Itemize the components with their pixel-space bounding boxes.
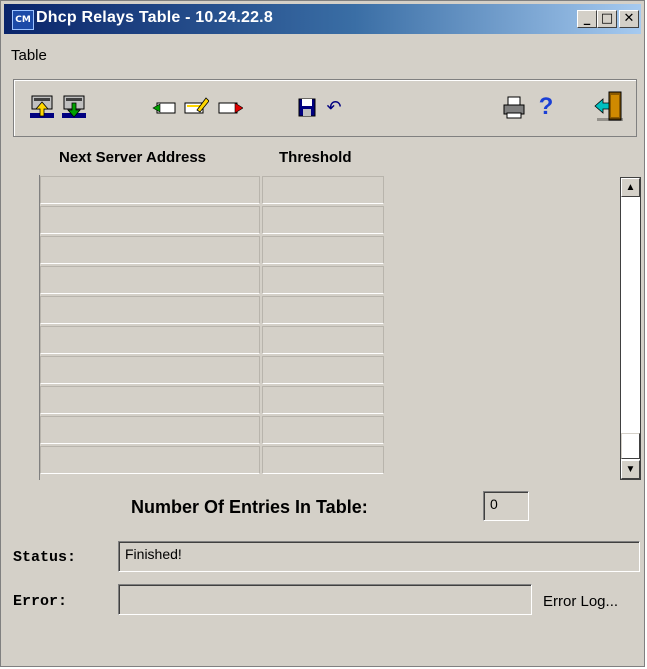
table-row[interactable] [40,236,386,266]
table-row[interactable] [40,416,386,446]
dhcp-relays-window: CM Dhcp Relays Table - 10.24.22.8 _ □ ✕ … [0,0,645,667]
scroll-up-button[interactable]: ▲ [621,178,640,197]
menu-table[interactable]: Table [11,47,47,64]
cell-next-server-address[interactable] [40,266,260,294]
add-row-icon [152,102,176,114]
print-button[interactable] [500,93,528,121]
error-log-link[interactable]: Error Log... [543,593,618,610]
exit-button[interactable] [592,89,626,123]
cell-threshold[interactable] [262,356,384,384]
cell-threshold[interactable] [262,446,384,474]
cell-threshold[interactable] [262,386,384,414]
toolbar: ↶ ? [13,79,637,137]
undo-button[interactable]: ↶ [320,93,348,121]
save-button[interactable] [292,93,320,121]
undo-icon: ↶ [326,96,342,117]
menu-bar: Table [11,47,47,64]
table-row[interactable] [40,266,386,296]
add-row-button[interactable] [150,93,178,121]
cell-next-server-address[interactable] [40,326,260,354]
column-header-threshold[interactable]: Threshold [279,149,352,166]
cell-threshold[interactable] [262,416,384,444]
status-label: Status: [13,549,77,566]
cell-threshold[interactable] [262,236,384,264]
close-button[interactable]: ✕ [619,10,639,28]
cell-next-server-address[interactable] [40,236,260,264]
scroll-down-button[interactable]: ▼ [621,460,640,479]
cell-next-server-address[interactable] [40,416,260,444]
cell-next-server-address[interactable] [40,176,260,204]
cell-threshold[interactable] [262,206,384,234]
vertical-scrollbar[interactable]: ▲ ▼ [620,177,641,480]
table-row[interactable] [40,206,386,236]
column-header-next-server-address[interactable]: Next Server Address [59,149,206,166]
table-row[interactable] [40,446,386,476]
table-row[interactable] [40,176,386,206]
cell-next-server-address[interactable] [40,296,260,324]
upload-button[interactable] [28,93,56,121]
table-row[interactable] [40,386,386,416]
table-row[interactable] [40,356,386,386]
save-icon [298,98,316,117]
title-bar[interactable]: CM Dhcp Relays Table - 10.24.22.8 _ □ ✕ [4,4,641,34]
maximize-button[interactable]: □ [597,10,617,28]
cell-next-server-address[interactable] [40,386,260,414]
cell-next-server-address[interactable] [40,356,260,384]
upload-icon [30,95,54,118]
help-button[interactable]: ? [532,93,560,121]
cell-next-server-address[interactable] [40,206,260,234]
table-row[interactable] [40,296,386,326]
error-field [118,584,532,615]
status-field: Finished! [118,541,640,572]
help-icon: ? [538,93,554,120]
scroll-thumb[interactable] [621,433,640,459]
export-row-icon [218,102,243,114]
edit-row-button[interactable] [182,93,210,121]
error-label: Error: [13,593,68,610]
export-row-button[interactable] [216,93,244,121]
entries-count-label: Number Of Entries In Table: [131,497,368,517]
cell-threshold[interactable] [262,266,384,294]
edit-row-icon [184,97,209,114]
entries-count-field: 0 [483,491,529,521]
cell-threshold[interactable] [262,296,384,324]
cell-threshold[interactable] [262,326,384,354]
table-row[interactable] [40,326,386,356]
relays-table [39,175,386,480]
download-icon [62,95,86,118]
minimize-button[interactable]: _ [577,10,597,28]
app-icon: CM [12,10,34,30]
print-icon [503,96,525,119]
exit-icon [594,91,623,121]
download-button[interactable] [60,93,88,121]
window-title: Dhcp Relays Table - 10.24.22.8 [36,9,273,26]
cell-next-server-address[interactable] [40,446,260,474]
cell-threshold[interactable] [262,176,384,204]
